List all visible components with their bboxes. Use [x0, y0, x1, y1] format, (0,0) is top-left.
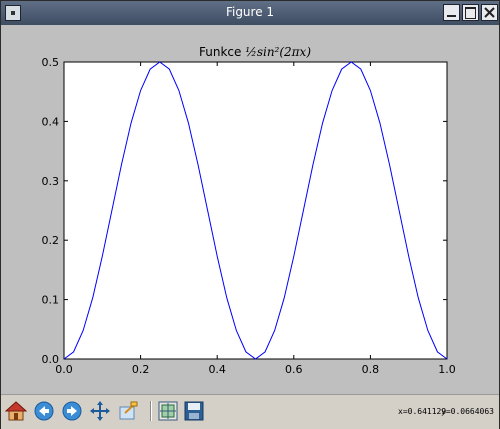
- x-tick-label: 0.4: [208, 363, 226, 376]
- subplots-icon: [158, 401, 178, 421]
- y-tick-label: 0.1: [42, 294, 60, 307]
- save-button[interactable]: [182, 399, 206, 423]
- pan-button[interactable]: [88, 399, 112, 423]
- zoom-button[interactable]: [116, 399, 140, 423]
- close-icon: [484, 7, 495, 18]
- chart-title: Funkce ½sin²(2πx): [199, 45, 311, 59]
- pan-icon: [90, 401, 110, 421]
- home-button[interactable]: [4, 399, 28, 423]
- x-tick-label: 0.8: [362, 363, 380, 376]
- y-tick-label: 0.0: [42, 353, 60, 366]
- chart-title-math: ½sin²(2πx): [245, 45, 311, 59]
- maximize-button[interactable]: [462, 4, 479, 21]
- y-tick-label: 0.3: [42, 175, 60, 188]
- y-tick-label: 0.5: [42, 56, 60, 69]
- subplots-button[interactable]: [156, 399, 180, 423]
- minimize-button[interactable]: [443, 4, 460, 21]
- title-bar[interactable]: Figure 1: [1, 1, 499, 25]
- window-title: Figure 1: [225, 5, 275, 19]
- plot-area: [63, 61, 448, 360]
- figure-canvas[interactable]: Funkce ½sin²(2πx) 0.0 0.2 0.4 0.6 0.8 1.0 0.0 0…: [1, 25, 499, 393]
- back-button[interactable]: [32, 399, 56, 423]
- zoom-icon: [119, 401, 138, 420]
- line-chart: Funkce ½sin²(2πx) 0.0 0.2 0.4 0.6 0.8 1.00.00…: [42, 45, 456, 376]
- cursor-x-readout: x=0.641129: [398, 407, 447, 416]
- cursor-y-readout: y=0.0664063: [441, 407, 494, 416]
- x-tick-label: 1.0: [438, 363, 456, 376]
- y-tick-label: 0.2: [42, 234, 60, 247]
- x-tick-label: 0.2: [132, 363, 150, 376]
- navigation-toolbar: x=0.641129 y=0.0664063: [1, 394, 499, 429]
- chart-title-prefix: Funkce: [199, 45, 245, 59]
- back-icon: [34, 401, 54, 421]
- y-tick-label: 0.4: [42, 115, 60, 128]
- forward-icon: [62, 401, 82, 421]
- save-icon: [184, 401, 204, 421]
- forward-button[interactable]: [60, 399, 84, 423]
- home-icon: [5, 401, 27, 421]
- figure-window: Figure 1 Funkce ½sin²(2πx) 0.0 0.2 0.4 0.6 0…: [0, 0, 500, 429]
- toolbar-separator: [150, 401, 152, 421]
- close-button[interactable]: [481, 4, 498, 21]
- x-tick-label: 0.6: [285, 363, 303, 376]
